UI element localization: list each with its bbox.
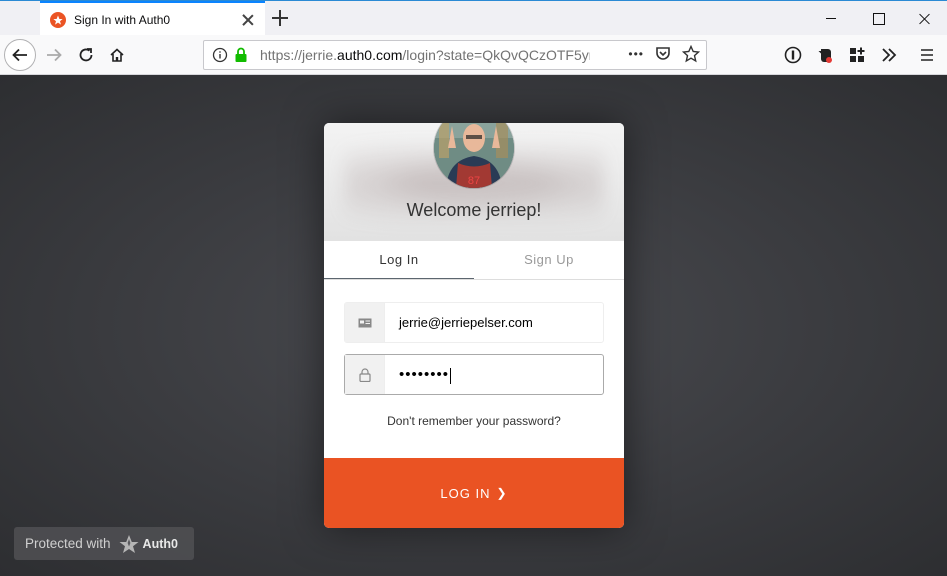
email-input[interactable]: jerrie@jerriepelser.com — [385, 303, 603, 342]
log-in-button-label: LOG IN — [440, 485, 491, 501]
chevron-double-right-icon — [882, 48, 897, 62]
close-window-button[interactable] — [901, 1, 947, 36]
login-page: 87 Welcome jerriep! Log In Sign Up jerri… — [0, 75, 947, 576]
auth0-favicon-icon — [50, 11, 66, 28]
avatar: 87 — [434, 123, 514, 188]
password-masked-value: •••••••• — [399, 366, 450, 383]
forward-button[interactable] — [38, 39, 70, 71]
bookmark-star-icon[interactable] — [682, 45, 700, 63]
auth0-logo-icon — [119, 534, 139, 554]
reload-icon — [79, 48, 93, 62]
onepassword-icon — [784, 46, 802, 64]
tab-close-icon[interactable] — [241, 13, 255, 27]
protected-with-auth0-badge[interactable]: Protected with Auth0 — [14, 527, 194, 560]
url-actions: ••• — [628, 45, 700, 63]
apps-grid-icon — [850, 47, 865, 62]
secure-lock-icon[interactable] — [234, 47, 248, 63]
text-caret — [450, 367, 452, 384]
badge-text: Protected with — [25, 536, 111, 551]
page-actions-menu-icon[interactable]: ••• — [628, 47, 644, 61]
pocket-icon[interactable] — [654, 45, 672, 63]
extension-grid-button[interactable] — [841, 39, 873, 71]
padlock-icon — [358, 367, 371, 382]
main-menu-button[interactable] — [911, 39, 943, 71]
email-field[interactable]: jerrie@jerriepelser.com — [344, 302, 604, 343]
extension-1password-button[interactable] — [777, 39, 809, 71]
url-host: auth0.com — [337, 47, 403, 63]
password-field-icon-box — [345, 355, 385, 394]
id-card-icon — [358, 318, 371, 327]
lock-tabs: Log In Sign Up — [324, 241, 624, 280]
password-input[interactable]: •••••••• — [385, 355, 603, 394]
minimize-button[interactable] — [808, 1, 854, 36]
home-icon — [110, 48, 124, 62]
auth0-lock-widget: 87 Welcome jerriep! Log In Sign Up jerri… — [324, 123, 624, 528]
tab-strip: Sign In with Auth0 — [0, 0, 947, 36]
navigation-toolbar: https://jerrie.auth0.com/login?state=QkQ… — [0, 35, 947, 75]
tab-log-in[interactable]: Log In — [324, 241, 474, 279]
chevron-right-icon: ❯ — [496, 486, 508, 500]
new-tab-icon[interactable] — [271, 9, 289, 27]
tab-title: Sign In with Auth0 — [74, 12, 171, 27]
reload-button[interactable] — [70, 39, 102, 71]
url-path: /login?state=QkQvQCzOTF5ym — [402, 47, 590, 63]
email-field-icon-box — [345, 303, 385, 342]
hamburger-menu-icon — [921, 49, 933, 61]
forward-arrow-icon — [47, 48, 62, 62]
browser-tab[interactable]: Sign In with Auth0 — [40, 1, 265, 36]
info-icon[interactable] — [212, 47, 228, 63]
url-bar[interactable]: https://jerrie.auth0.com/login?state=QkQ… — [203, 40, 707, 70]
maximize-button[interactable] — [855, 1, 901, 36]
evernote-icon — [818, 49, 832, 63]
welcome-message: Welcome jerriep! — [406, 200, 542, 220]
back-button[interactable] — [4, 39, 36, 71]
login-form: jerrie@jerriepelser.com •••••••• Don't r… — [324, 280, 624, 428]
lock-header: 87 Welcome jerriep! — [324, 123, 624, 241]
back-arrow-icon — [12, 48, 27, 62]
extension-evernote-button[interactable] — [809, 39, 841, 71]
url-prefix: https://jerrie. — [260, 47, 338, 63]
password-field[interactable]: •••••••• — [344, 354, 604, 395]
tab-sign-up[interactable]: Sign Up — [474, 241, 624, 279]
badge-brand: Auth0 — [142, 536, 178, 551]
forgot-password-link[interactable]: Don't remember your password? — [344, 414, 604, 428]
url-text[interactable]: https://jerrie.auth0.com/login?state=QkQ… — [260, 47, 590, 63]
log-in-button[interactable]: LOG IN ❯ — [324, 458, 624, 528]
home-button[interactable] — [101, 39, 133, 71]
overflow-button[interactable] — [873, 39, 905, 71]
svg-text:87: 87 — [468, 175, 480, 187]
